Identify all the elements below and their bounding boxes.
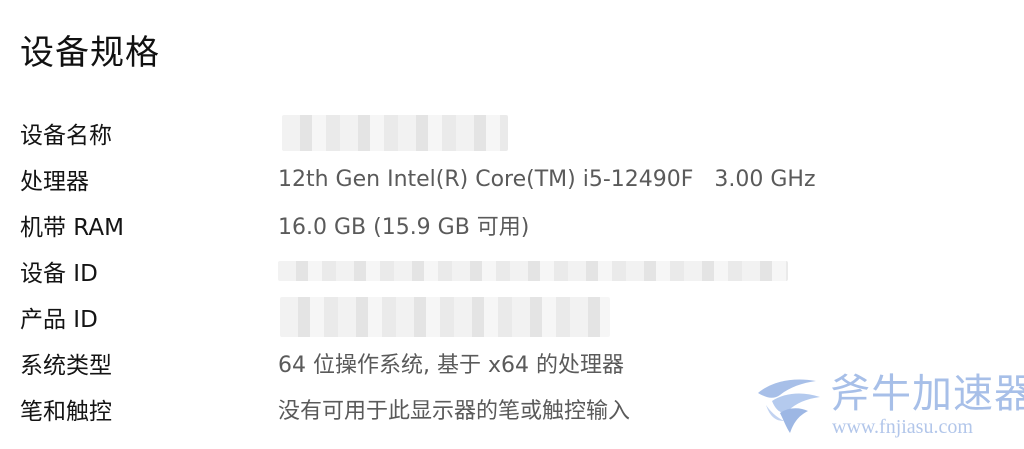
watermark-brand-name: 斧牛加速器 (830, 371, 1024, 417)
spec-label-pen-touch: 笔和触控 (20, 399, 112, 425)
bird-logo-icon (758, 379, 820, 433)
spec-row-product-id: 产品 ID (20, 294, 1000, 340)
watermark: 斧牛加速器 www.fnjiasu.com (750, 371, 1024, 443)
spec-row-device-name: 设备名称 (20, 110, 1000, 156)
redacted-product-id (280, 297, 610, 337)
redacted-device-name (282, 115, 508, 151)
redacted-device-id (278, 261, 788, 281)
spec-row-device-id: 设备 ID (20, 248, 1000, 294)
spec-label-product-id: 产品 ID (20, 307, 98, 333)
watermark-url: www.fnjiasu.com (832, 416, 973, 438)
spec-label-ram: 机带 RAM (20, 215, 124, 241)
spec-value-processor[interactable]: 12th Gen Intel(R) Core(TM) i5-12490F 3.0… (278, 167, 816, 192)
spec-value-ram[interactable]: 16.0 GB (15.9 GB 可用) (278, 209, 529, 241)
page-title: 设备规格 (20, 33, 160, 73)
spec-row-processor: 处理器 12th Gen Intel(R) Core(TM) i5-12490F… (20, 156, 1000, 202)
spec-value-system-type[interactable]: 64 位操作系统, 基于 x64 的处理器 (278, 347, 624, 379)
spec-label-processor: 处理器 (20, 169, 89, 195)
spec-label-device-name: 设备名称 (20, 123, 112, 149)
spec-row-ram: 机带 RAM 16.0 GB (15.9 GB 可用) (20, 202, 1000, 248)
spec-label-device-id: 设备 ID (20, 261, 98, 287)
spec-value-pen-touch[interactable]: 没有可用于此显示器的笔或触控输入 (278, 393, 630, 425)
spec-label-system-type: 系统类型 (20, 353, 112, 379)
